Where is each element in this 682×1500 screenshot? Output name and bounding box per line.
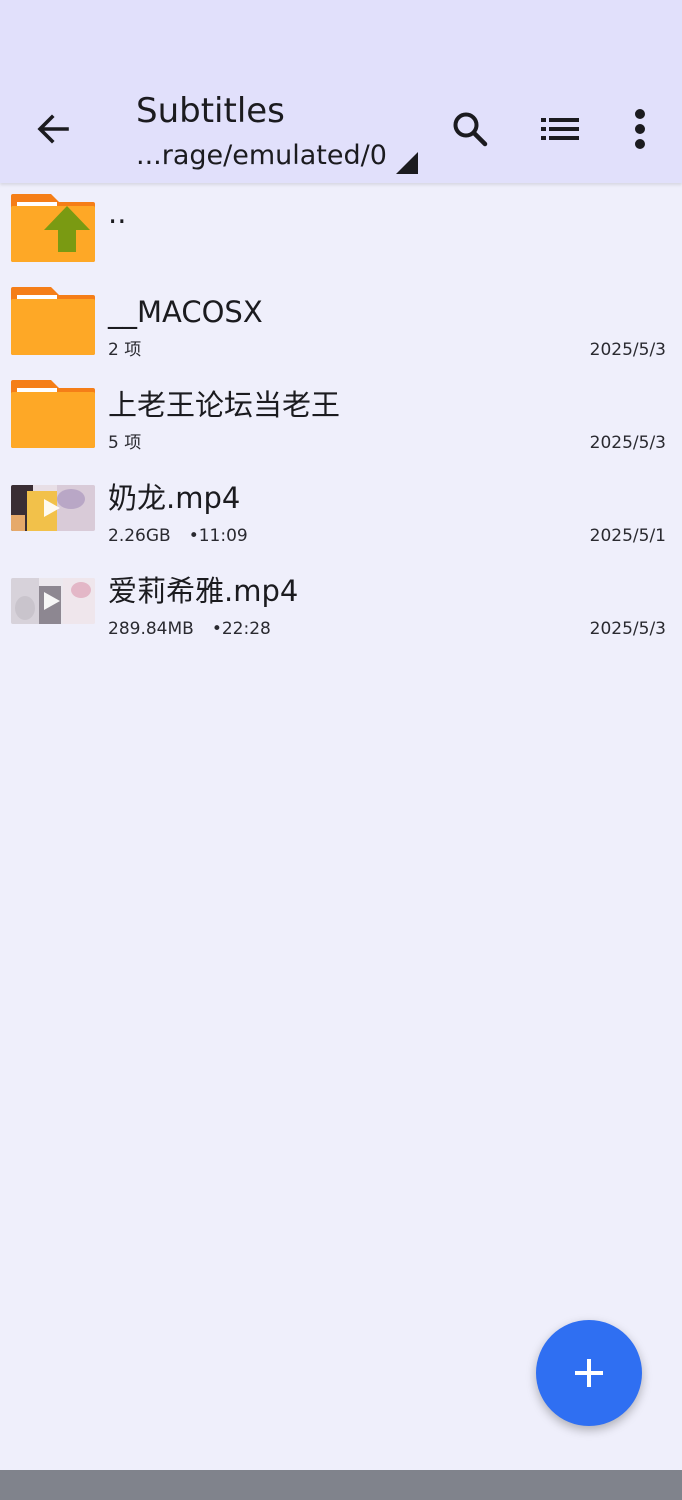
list-item-folder[interactable]: __MACOSX 2 项 2025/5/3 xyxy=(0,276,682,369)
app-bar: Subtitles ...rage/emulated/0 xyxy=(0,0,682,183)
plus-icon xyxy=(575,1359,603,1387)
search-icon xyxy=(453,112,488,147)
path-dropdown-icon[interactable] xyxy=(396,152,418,174)
file-name: __MACOSX xyxy=(108,295,263,329)
file-list: .. __MACOSX 2 项 2025/5/3 上老王论坛当老王 5 项 20… xyxy=(0,183,682,648)
back-button[interactable] xyxy=(28,106,78,152)
file-name: 爱莉希雅.mp4 xyxy=(108,574,299,608)
system-navigation-bar xyxy=(0,1470,682,1500)
video-info: 289.84MB •22:28 xyxy=(108,618,271,640)
list-item-video[interactable]: 奶龙.mp4 2.26GB •11:09 2025/5/1 xyxy=(0,462,682,555)
more-vertical-icon xyxy=(635,109,645,149)
video-duration: •22:28 xyxy=(211,619,271,639)
back-arrow-icon xyxy=(37,114,69,144)
modified-date: 2025/5/1 xyxy=(589,526,666,546)
video-info: 2.26GB •11:09 xyxy=(108,525,248,547)
folder-icon xyxy=(11,287,95,355)
video-thumbnail xyxy=(11,485,95,531)
more-options-button[interactable] xyxy=(614,104,666,154)
list-item-parent-directory[interactable]: .. xyxy=(0,183,682,276)
modified-date: 2025/5/3 xyxy=(589,619,666,639)
add-button[interactable] xyxy=(536,1320,642,1426)
folder-up-icon xyxy=(11,194,95,262)
folder-icon xyxy=(11,380,95,448)
page-title: Subtitles xyxy=(136,91,285,131)
path-breadcrumb[interactable]: ...rage/emulated/0 xyxy=(136,138,387,174)
file-name: 奶龙.mp4 xyxy=(108,481,241,515)
list-item-video[interactable]: 爱莉希雅.mp4 289.84MB •22:28 2025/5/3 xyxy=(0,555,682,648)
file-size: 2.26GB xyxy=(108,526,171,546)
modified-date: 2025/5/3 xyxy=(589,433,666,453)
item-count: 2 项 xyxy=(108,340,142,360)
list-item-folder[interactable]: 上老王论坛当老王 5 项 2025/5/3 xyxy=(0,369,682,462)
modified-date: 2025/5/3 xyxy=(589,340,666,360)
file-size: 289.84MB xyxy=(108,619,194,639)
item-count: 5 项 xyxy=(108,433,142,453)
file-name: 上老王论坛当老王 xyxy=(108,388,341,422)
view-mode-button[interactable] xyxy=(534,104,586,154)
file-name: .. xyxy=(108,196,127,230)
search-button[interactable] xyxy=(444,104,496,154)
video-thumbnail xyxy=(11,578,95,624)
video-duration: •11:09 xyxy=(188,526,248,546)
list-view-icon xyxy=(541,118,579,140)
